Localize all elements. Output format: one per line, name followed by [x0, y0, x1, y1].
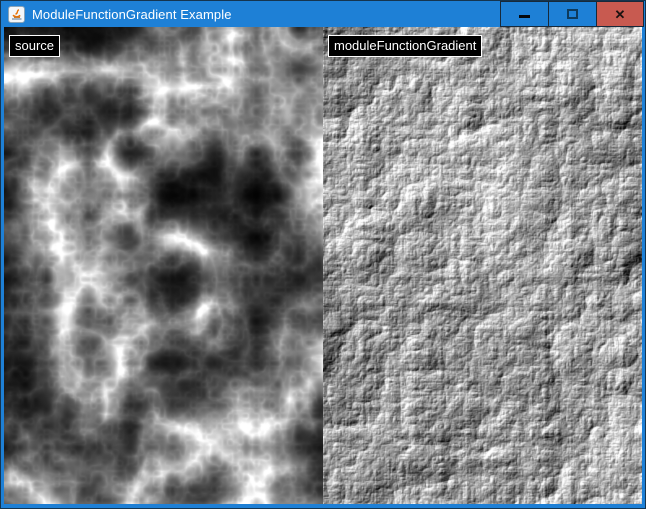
- app-window: ModuleFunctionGradient Example ✕ source …: [0, 0, 646, 509]
- source-image-canvas: [4, 27, 323, 504]
- minimize-icon: [519, 15, 530, 18]
- gradient-image-label: moduleFunctionGradient: [328, 35, 482, 57]
- window-title: ModuleFunctionGradient Example: [32, 7, 232, 22]
- content-area: source moduleFunctionGradient: [4, 27, 642, 504]
- titlebar[interactable]: ModuleFunctionGradient Example ✕: [1, 1, 645, 27]
- close-button[interactable]: ✕: [596, 1, 644, 27]
- java-cup-icon[interactable]: [8, 6, 25, 23]
- minimize-button[interactable]: [500, 1, 548, 27]
- source-image-label: source: [9, 35, 60, 57]
- window-controls: ✕: [500, 1, 644, 27]
- maximize-button[interactable]: [548, 1, 596, 27]
- maximize-icon: [567, 9, 578, 19]
- gradient-image-panel: moduleFunctionGradient: [323, 27, 642, 504]
- close-icon: ✕: [615, 8, 626, 21]
- source-image-panel: source: [4, 27, 323, 504]
- gradient-image-canvas: [323, 27, 642, 504]
